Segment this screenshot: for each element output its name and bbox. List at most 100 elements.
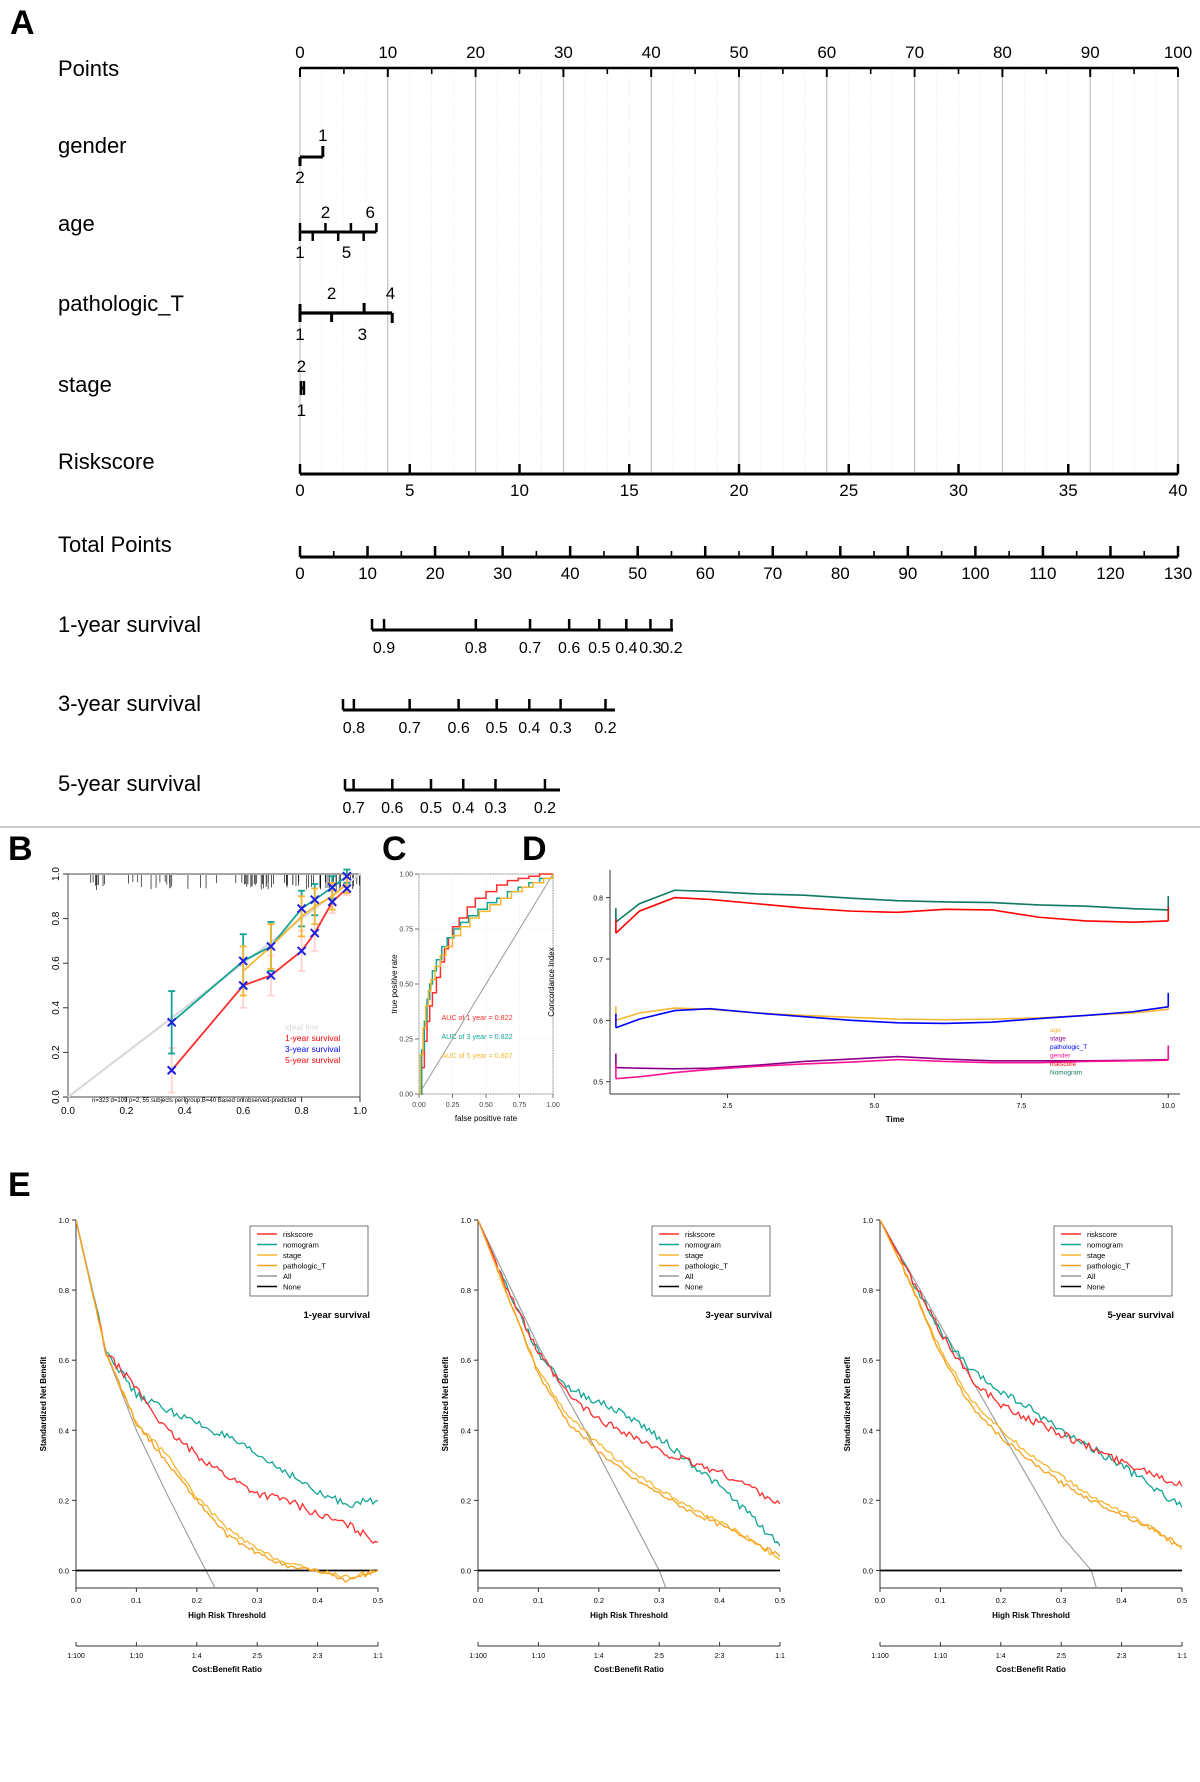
dca-subplot-title: 5-year survival [1107, 1310, 1174, 1321]
dca-cb-tick-label: 1:100 [871, 1653, 889, 1660]
cindex-legend-item: riskscore [1050, 1061, 1076, 1068]
pathologic-t-value-2: 2 [327, 284, 336, 303]
points-axis-tick-label: 60 [817, 43, 836, 62]
dca-y-tick-label: 0.4 [59, 1426, 69, 1435]
dca-x-axis-label: High Risk Threshold [188, 1611, 266, 1620]
dca-y-tick-label: 0.2 [59, 1496, 69, 1505]
gender-value-1: 1 [318, 126, 327, 145]
dca-x-tick-label: 0.0 [71, 1596, 81, 1605]
points-axis-tick-label: 50 [730, 43, 749, 62]
dca-y-tick-label: 0.2 [461, 1496, 471, 1505]
dca-y-tick-label: 0.0 [59, 1566, 69, 1575]
roc-y-tick-label: 0.00 [399, 1092, 413, 1099]
survival-3y-tick-label: 0.8 [343, 720, 365, 737]
roc-x-tick-label: 0.25 [446, 1102, 460, 1109]
dca-legend-label: None [685, 1283, 703, 1292]
cindex-legend-item: Nomogram [1050, 1070, 1082, 1077]
cindex-y-tick-label: 0.7 [593, 957, 603, 964]
cindex-legend-item: age [1050, 1027, 1061, 1034]
panel-a-nomogram: A Points gender age pathologic_T stage R… [0, 0, 1200, 828]
dca-y-tick-label: 1.0 [863, 1216, 873, 1225]
data-series-line [616, 890, 1168, 922]
cindex-y-tick-label: 0.5 [593, 1080, 603, 1087]
cindex-y-tick-label: 0.6 [593, 1018, 603, 1025]
dca-x-tick-label: 0.4 [1116, 1596, 1126, 1605]
dca-cb-tick-label: 1:1 [775, 1653, 785, 1660]
dca-cost-benefit-label: Cost:Benefit Ratio [192, 1665, 262, 1674]
dca-x-axis-label: High Risk Threshold [590, 1611, 668, 1620]
survival-3y-tick-label: 0.3 [549, 720, 571, 737]
dca-legend-label: None [1087, 1283, 1105, 1292]
dca-legend-label: All [1087, 1272, 1096, 1281]
survival-1y-tick-label: 0.5 [588, 640, 610, 657]
roc-auc-annotation: AUC of 5 year = 0.807 [441, 1051, 512, 1060]
total-points-axis-tick-label: 130 [1164, 564, 1192, 583]
dca-legend-label: riskscore [1087, 1230, 1117, 1239]
dca-cost-benefit-label: Cost:Benefit Ratio [996, 1665, 1066, 1674]
calibration-footnote: n=323 d=109 p=2, 55 subjects per group,B… [92, 1098, 296, 1104]
dca-cb-tick-label: 1:100 [469, 1653, 487, 1660]
dca-legend-label: None [283, 1283, 301, 1292]
roc-x-axis-label: false positive rate [455, 1114, 518, 1123]
roc-x-tick-label: 0.50 [479, 1102, 493, 1109]
points-axis-tick-label: 100 [1164, 43, 1192, 62]
dca-y-tick-label: 0.6 [863, 1356, 873, 1365]
roc-y-axis-label: true positive rate [390, 954, 399, 1014]
dca-cb-tick-label: 2:5 [654, 1653, 664, 1660]
total-points-axis-tick-label: 100 [961, 564, 989, 583]
total-points-axis-tick-label: 60 [696, 564, 715, 583]
stage-value-1: 1 [297, 401, 306, 420]
dca-cost-benefit-label: Cost:Benefit Ratio [594, 1665, 664, 1674]
dca-legend-label: stage [685, 1251, 703, 1260]
survival-5y-tick-label: 0.2 [534, 800, 556, 817]
calibration-x-tick-label: 1.0 [353, 1106, 367, 1117]
total-points-axis-tick-label: 80 [831, 564, 850, 583]
data-series-line [616, 1007, 1168, 1028]
dca-y-tick-label: 0.0 [461, 1566, 471, 1575]
calibration-y-tick-label: 0.8 [51, 911, 62, 925]
dca-x-tick-label: 0.4 [312, 1596, 322, 1605]
riskscore-axis-tick-label: 25 [839, 481, 858, 500]
data-series-line [76, 1220, 378, 1782]
riskscore-axis-tick-label: 40 [1169, 481, 1188, 500]
riskscore-axis-tick-label: 5 [405, 481, 414, 500]
cindex-y-tick-label: 0.8 [593, 896, 603, 903]
dca-x-tick-label: 0.2 [594, 1596, 604, 1605]
age-value-1: 1 [295, 243, 304, 262]
survival-1y-tick-label: 0.8 [465, 640, 487, 657]
cindex-legend-item: gender [1050, 1053, 1071, 1060]
riskscore-axis-tick-label: 30 [949, 481, 968, 500]
dca-legend-label: pathologic_T [283, 1262, 326, 1271]
dca-legend-label: pathologic_T [1087, 1262, 1130, 1271]
dca-x-tick-label: 0.1 [935, 1596, 945, 1605]
age-value-5: 5 [342, 243, 351, 262]
survival-1y-tick-label: 0.7 [519, 640, 541, 657]
total-points-axis-tick-label: 70 [763, 564, 782, 583]
survival-1y-tick-label: 0.6 [558, 640, 580, 657]
roc-y-tick-label: 1.00 [399, 872, 413, 879]
dca-legend-label: pathologic_T [685, 1262, 728, 1271]
points-axis-tick-label: 70 [905, 43, 924, 62]
dca-y-axis-label: Standardized Net Benefit [39, 1356, 48, 1451]
survival-5y-tick-label: 0.4 [452, 800, 474, 817]
calibration-x-tick-label: 0.8 [295, 1106, 309, 1117]
points-axis-tick-label: 10 [378, 43, 397, 62]
decision-curve-graphic: 0.00.20.40.60.81.00.0 0.1 0.2 0.3 0.4 0.5High… [0, 1168, 1200, 1782]
calibration-legend-item: 1-year survival [285, 1033, 340, 1043]
cindex-x-tick-label: 5.0 [870, 1103, 880, 1110]
total-points-axis-tick-label: 50 [628, 564, 647, 583]
pathologic-t-value-4: 4 [386, 284, 395, 303]
cindex-x-tick-label: 10.0 [1161, 1103, 1175, 1110]
total-points-axis-tick-label: 40 [561, 564, 580, 583]
dca-y-tick-label: 0.8 [59, 1286, 69, 1295]
calibration-y-tick-label: 0.4 [51, 1000, 62, 1014]
dca-legend-label: All [685, 1272, 694, 1281]
calibration-y-tick-label: 0.6 [51, 956, 62, 970]
roc-y-tick-label: 0.50 [399, 982, 413, 989]
calibration-x-tick-label: 0.6 [236, 1106, 250, 1117]
points-axis-tick-label: 80 [993, 43, 1012, 62]
total-points-axis-tick-label: 10 [358, 564, 377, 583]
riskscore-axis-tick-label: 20 [730, 481, 749, 500]
dca-cb-tick-label: 2:5 [1056, 1653, 1066, 1660]
dca-x-tick-label: 0.3 [654, 1596, 664, 1605]
